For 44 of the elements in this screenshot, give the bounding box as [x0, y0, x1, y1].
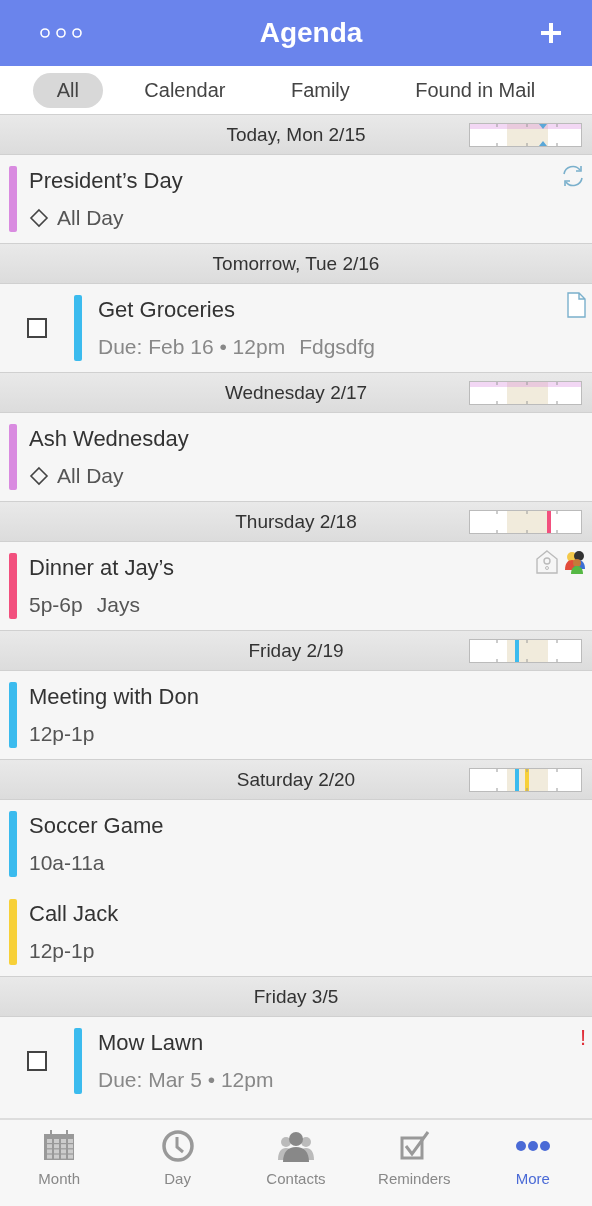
date-label: Thursday 2/18: [235, 510, 357, 533]
tab-bar-item[interactable]: Day: [127, 1128, 228, 1206]
checkbox[interactable]: [27, 318, 47, 338]
diamond-icon: [29, 466, 49, 486]
event-title: Call Jack: [29, 901, 119, 927]
event-title: Meeting with Don: [29, 684, 199, 710]
date-label: Tomorrow, Tue 2/16: [212, 252, 380, 275]
filter-tab[interactable]: Found in Mail: [391, 72, 560, 108]
event-time: 10a-11a: [29, 851, 105, 875]
event-title: Ash Wednesday: [29, 426, 189, 452]
event-title: Get Groceries: [98, 297, 236, 323]
event-time: All Day: [57, 464, 124, 488]
event-time: Due: Feb 16 • 12pm: [98, 335, 286, 359]
date-label: Wednesday 2/17: [224, 381, 368, 404]
date-label: Friday 2/19: [248, 639, 344, 662]
event-title: Soccer Game: [29, 813, 164, 839]
screen-title: Agenda: [259, 17, 363, 49]
filter-tab[interactable]: Calendar: [120, 72, 250, 108]
more-icon: [514, 1140, 551, 1152]
priority-mark: !: [579, 1025, 586, 1051]
filter-tab[interactable]: Family: [266, 72, 374, 108]
event-location: Fdgsdfg: [299, 335, 375, 359]
date-label: Friday 3/5: [253, 985, 339, 1008]
diamond-icon: [29, 208, 49, 228]
tab-bar-item[interactable]: More: [482, 1128, 583, 1206]
tab-bar-item[interactable]: Month: [9, 1128, 110, 1206]
event-time: All Day: [57, 206, 124, 230]
more-options-icon[interactable]: [40, 27, 82, 39]
date-label: Today, Mon 2/15: [226, 123, 366, 146]
event-location: Jays: [96, 593, 140, 617]
tab-bar-item[interactable]: Contacts: [245, 1128, 346, 1206]
date-label: Saturday 2/20: [236, 768, 356, 791]
event-title: Dinner at Jay’s: [29, 555, 175, 581]
event-time: 12p-1p: [29, 722, 95, 746]
checkbox[interactable]: [27, 1051, 47, 1071]
tab-bar-item[interactable]: Reminders: [364, 1128, 465, 1206]
event-title: Mow Lawn: [98, 1030, 205, 1056]
event-time: 12p-1p: [29, 939, 95, 963]
event-time: 5p-6p: [29, 593, 83, 617]
filter-tab[interactable]: All: [32, 72, 103, 108]
add-icon[interactable]: [540, 22, 562, 44]
event-time: Due: Mar 5 • 12pm: [98, 1068, 274, 1092]
clock-icon: [159, 1128, 196, 1164]
event-title: President’s Day: [29, 168, 183, 194]
